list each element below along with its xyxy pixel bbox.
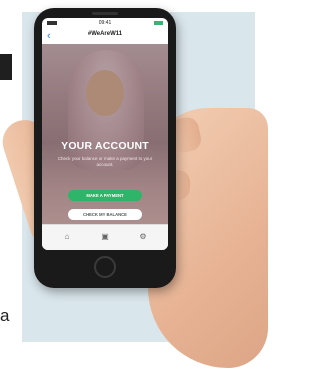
settings-icon[interactable]: ⚙ <box>138 232 148 242</box>
check-balance-button[interactable]: CHECK MY BALANCE <box>68 209 142 220</box>
phone-screen: 09:41 ‹ #WeAreW11 YOUR ACCOUNT Check you… <box>42 18 168 250</box>
app-navbar: ‹ #WeAreW11 <box>42 28 168 44</box>
make-payment-button[interactable]: MAKE A PAYMENT <box>68 190 142 201</box>
status-bar: 09:41 <box>42 18 168 28</box>
side-text-fragment: a <box>0 306 10 325</box>
dark-accent-block <box>0 54 12 80</box>
battery-icon <box>154 21 163 25</box>
status-time: 09:41 <box>98 20 112 26</box>
cart-icon[interactable]: ▣ <box>100 232 110 242</box>
hero-section: YOUR ACCOUNT Check your balance or make … <box>42 44 168 224</box>
hero-headline: YOUR ACCOUNT <box>61 140 149 152</box>
signal-icon <box>47 21 57 25</box>
phone-home-button[interactable] <box>94 256 116 278</box>
page-title: #WeAreW11 <box>87 31 123 37</box>
bottom-tabbar: ⌂ ▣ ⚙ <box>42 224 168 250</box>
hero-subtext: Check your balance or make a payment to … <box>57 156 153 167</box>
phone-device: 09:41 ‹ #WeAreW11 YOUR ACCOUNT Check you… <box>34 8 176 288</box>
home-icon[interactable]: ⌂ <box>62 232 72 242</box>
phone-speaker <box>92 12 118 15</box>
